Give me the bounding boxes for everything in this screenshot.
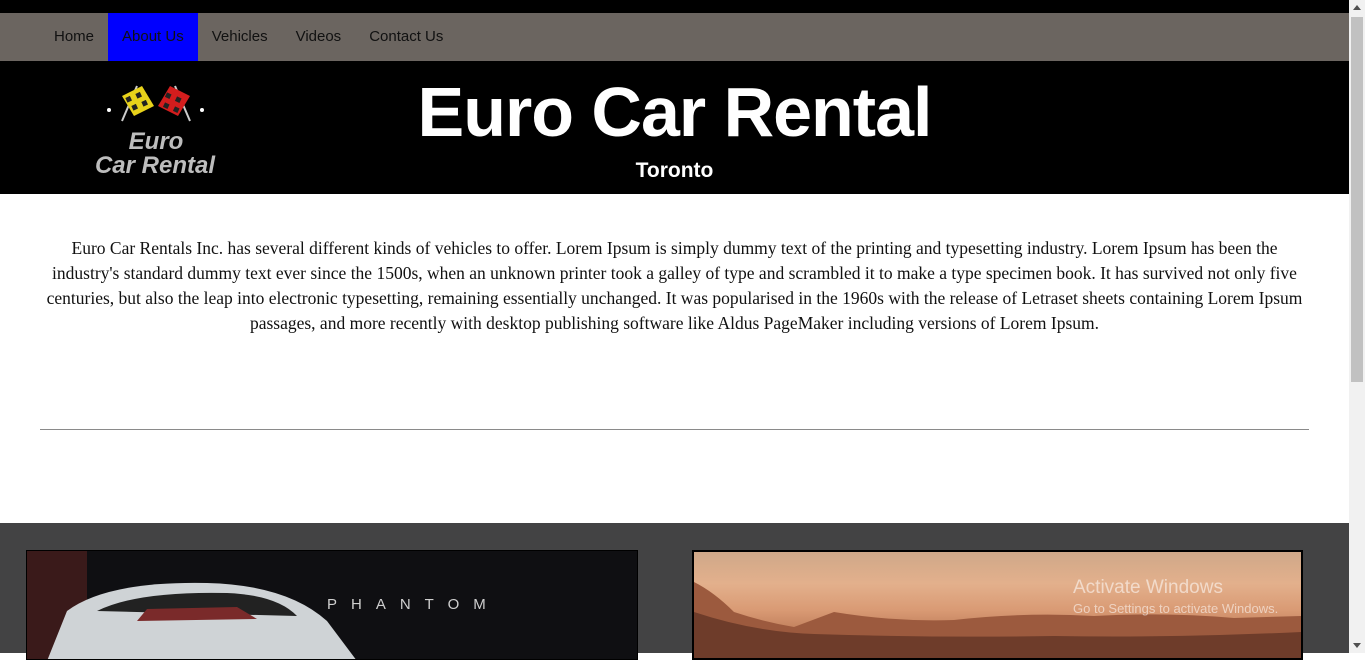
nav-home[interactable]: Home	[40, 13, 108, 61]
scrollbar-thumb[interactable]	[1351, 17, 1363, 382]
car-caption: PHANTOM	[327, 596, 500, 613]
watermark-title: Activate Windows	[1073, 577, 1223, 598]
nav-videos[interactable]: Videos	[282, 13, 356, 61]
activate-windows-watermark: Activate Windows Go to Settings to activ…	[1073, 577, 1278, 616]
top-bar	[0, 0, 1349, 13]
intro-paragraph: Euro Car Rentals Inc. has several differ…	[46, 237, 1303, 333]
section-divider	[40, 429, 1309, 430]
scroll-up-arrow-icon[interactable]	[1353, 5, 1361, 10]
page-title: Euro Car Rental	[417, 73, 933, 151]
nav-vehicles[interactable]: Vehicles	[198, 13, 282, 61]
car-illustration: PHANTOM	[27, 551, 637, 659]
page-subtitle: Toronto	[635, 159, 714, 182]
site-header: Euro Car Rental Euro Car Rental Toronto	[0, 61, 1349, 194]
nav-contact-us[interactable]: Contact Us	[355, 13, 457, 61]
scroll-down-arrow-icon[interactable]	[1353, 643, 1361, 648]
car-image[interactable]: PHANTOM	[26, 550, 638, 660]
watermark-subtitle: Go to Settings to activate Windows.	[1073, 601, 1279, 616]
main-nav: Home About Us Vehicles Videos Contact Us	[0, 13, 1349, 61]
nav-about-us[interactable]: About Us	[108, 13, 198, 61]
